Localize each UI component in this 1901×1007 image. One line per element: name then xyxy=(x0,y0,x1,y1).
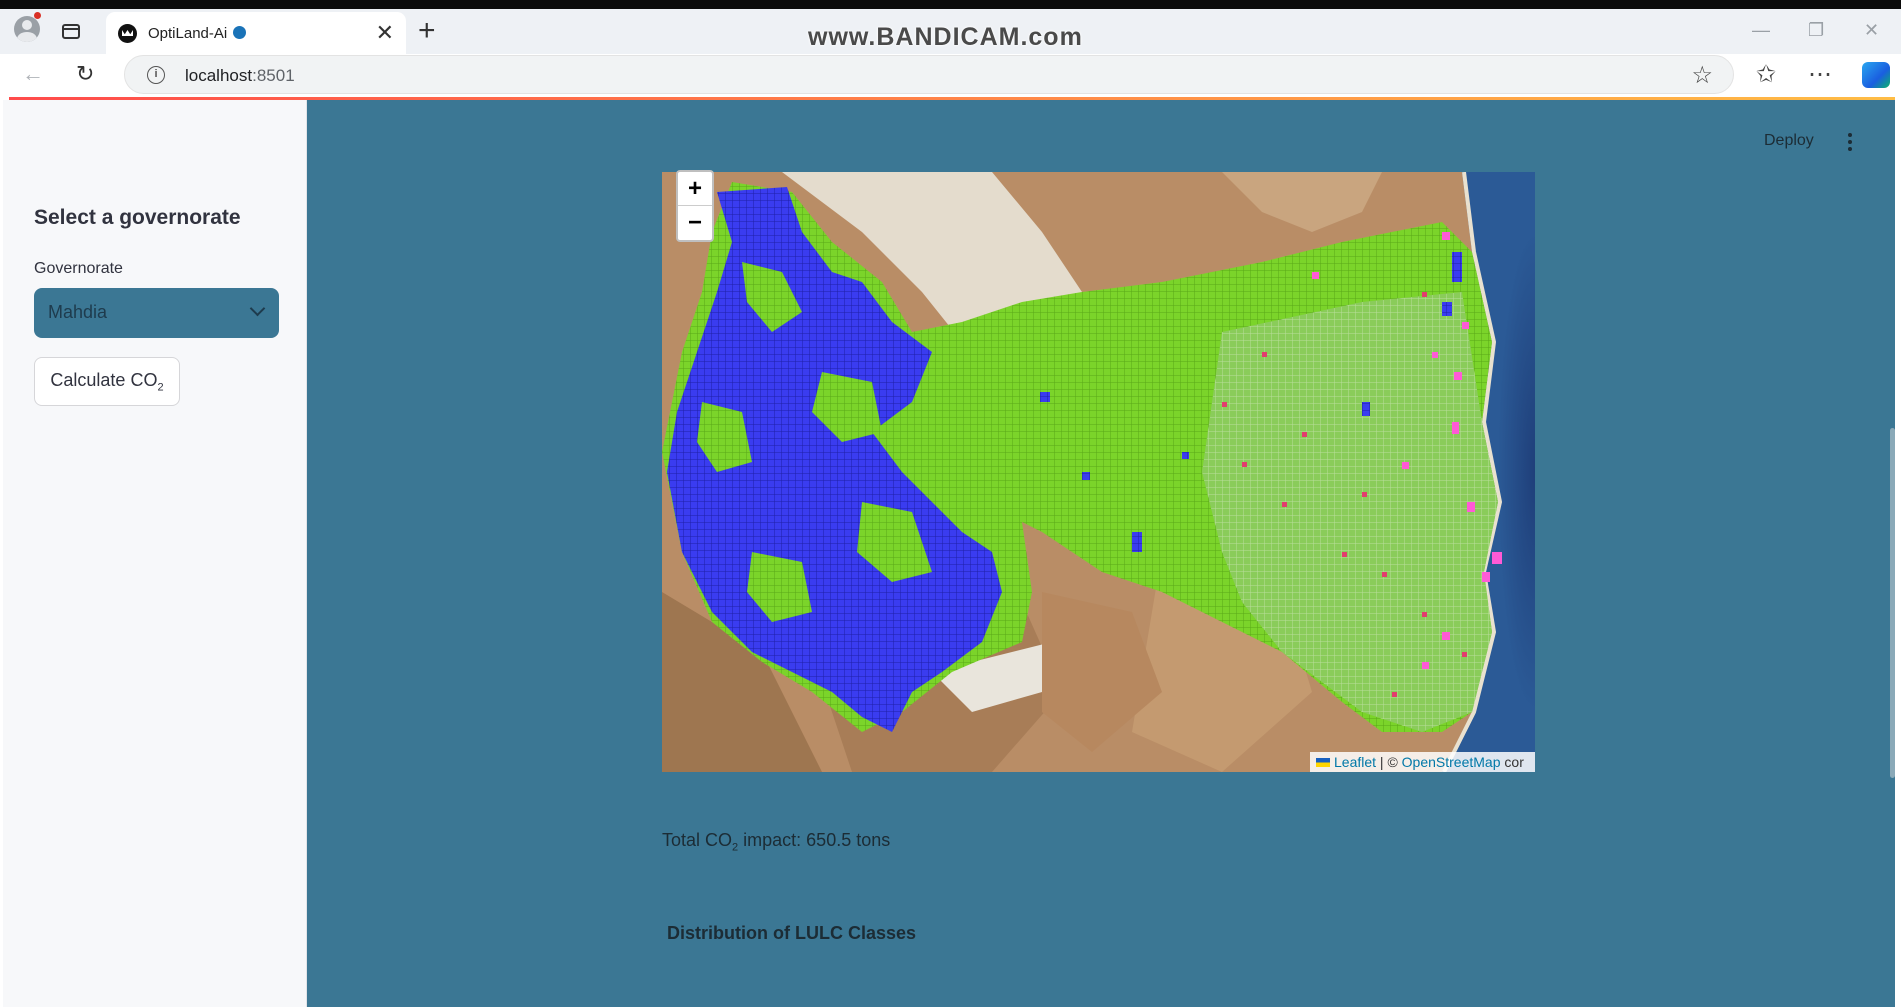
minimize-window-icon[interactable]: — xyxy=(1752,20,1770,41)
distribution-heading: Distribution of LULC Classes xyxy=(667,923,917,943)
map-zoom-control: + − xyxy=(676,170,714,242)
leaflet-link[interactable]: Leaflet xyxy=(1334,754,1376,770)
openstreetmap-link[interactable]: OpenStreetMap xyxy=(1402,754,1501,770)
map-attribution: Leaflet | © OpenStreetMap cor xyxy=(1310,752,1535,772)
reload-icon[interactable]: ↻ xyxy=(76,61,94,87)
tab-actions-icon[interactable] xyxy=(62,24,80,39)
ukraine-flag-icon xyxy=(1316,758,1330,767)
zoom-in-button[interactable]: + xyxy=(678,172,712,206)
url-port: :8501 xyxy=(252,66,295,85)
more-options-icon[interactable]: ⋯ xyxy=(1808,60,1832,89)
total-co2-prefix: Total CO xyxy=(662,830,733,850)
attribution-separator: | © xyxy=(1376,754,1402,770)
new-tab-button[interactable]: + xyxy=(418,13,436,49)
app-menu-icon[interactable] xyxy=(1848,133,1852,154)
calculate-button-subscript: 2 xyxy=(157,381,164,394)
recording-watermark: www.BANDICAM.com xyxy=(808,23,1083,51)
page-scrollbar[interactable] xyxy=(1890,428,1895,778)
notification-dot-icon xyxy=(34,12,41,19)
attribution-tail: cor xyxy=(1500,754,1524,770)
total-co2-text: Total CO2 impact: 650.5 tons xyxy=(662,830,890,854)
calculate-co2-button[interactable]: Calculate CO2 xyxy=(34,357,180,406)
governorate-select[interactable]: Mahdia xyxy=(34,288,279,338)
close-window-icon[interactable]: ✕ xyxy=(1864,20,1879,41)
browser-tab-active[interactable]: OptiLand-Ai ✕ xyxy=(106,12,406,54)
profile-avatar-icon[interactable] xyxy=(14,16,40,42)
window-top-strip xyxy=(0,0,1901,9)
chevron-down-icon xyxy=(249,300,266,317)
tab-title: OptiLand-Ai xyxy=(148,25,228,42)
address-bar[interactable]: i localhost:8501 ☆ xyxy=(124,55,1734,94)
calculate-button-label: Calculate CO xyxy=(50,369,158,390)
tab-bar: OptiLand-Ai ✕ + www.BANDICAM.com — ❐ ✕ xyxy=(0,9,1901,54)
favorites-icon[interactable]: ✩ xyxy=(1756,60,1776,89)
close-tab-icon[interactable]: ✕ xyxy=(376,20,394,46)
streamlit-favicon-icon xyxy=(118,24,137,43)
sidebar-heading: Select a governorate xyxy=(34,206,241,229)
deploy-button[interactable]: Deploy xyxy=(1764,132,1814,150)
governorate-label: Governorate xyxy=(34,260,123,277)
site-info-icon[interactable]: i xyxy=(147,66,165,84)
governorate-select-value: Mahdia xyxy=(48,302,108,322)
zoom-out-button[interactable]: − xyxy=(678,206,712,240)
address-row: ← ↻ i localhost:8501 ☆ ✩ ⋯ xyxy=(0,54,1901,98)
total-co2-value: impact: 650.5 tons xyxy=(738,830,891,850)
url-host: localhost xyxy=(185,66,253,85)
map-canvas xyxy=(662,172,1535,772)
recording-indicator-icon xyxy=(233,26,247,39)
copilot-icon[interactable] xyxy=(1862,62,1890,88)
restore-window-icon[interactable]: ❐ xyxy=(1808,20,1824,41)
bookmark-star-icon[interactable]: ☆ xyxy=(1691,61,1713,90)
back-icon[interactable]: ← xyxy=(22,61,44,87)
sidebar: Select a governorate Governorate Mahdia … xyxy=(3,100,307,1007)
lulc-map[interactable] xyxy=(662,172,1535,772)
